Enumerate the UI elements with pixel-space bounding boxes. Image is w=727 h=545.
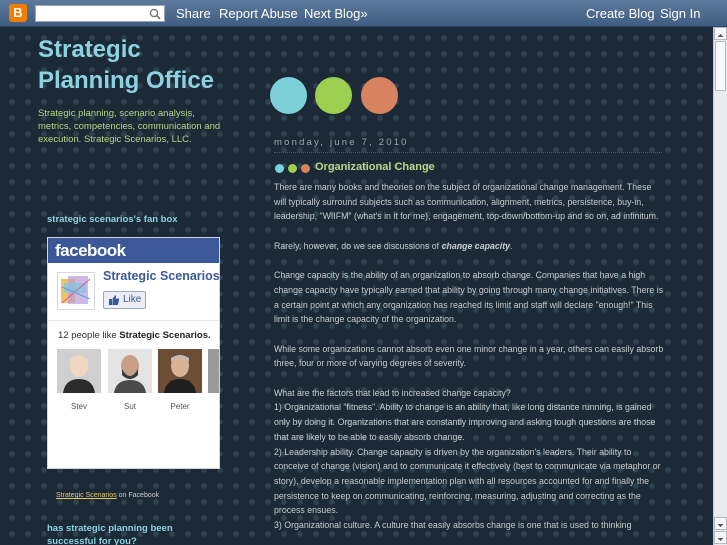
page-avatar[interactable]	[57, 272, 95, 310]
fan-avatar[interactable]	[108, 349, 152, 393]
blogger-navbar: B Share Report Abuse Next Blog» Create B…	[0, 0, 727, 27]
like-button[interactable]: Like	[103, 291, 146, 309]
fanbox-divider	[48, 320, 219, 321]
fan-avatar[interactable]	[158, 349, 202, 393]
fanbox-footer-text: on Facebook	[116, 492, 160, 499]
poll-heading: has strategic planning been successful f…	[47, 523, 173, 545]
paragraph-text: Rarely, however, do we see discussions o…	[274, 240, 442, 251]
person-icon	[164, 355, 196, 393]
scroll-up-button[interactable]	[714, 27, 727, 40]
header-dot-orange	[361, 77, 398, 114]
title-dot-orange	[301, 164, 310, 173]
next-blog-link[interactable]: Next Blog»	[304, 6, 368, 21]
sign-in-link[interactable]: Sign In	[660, 6, 700, 21]
vertical-scrollbar[interactable]	[713, 27, 727, 545]
post-paragraph: Change capacity is the ability of an org…	[274, 270, 664, 325]
person-icon	[114, 355, 146, 393]
fan-name: Sut	[123, 402, 136, 411]
title-dot-cyan	[275, 164, 284, 173]
post-paragraph: While some organizations cannot absorb e…	[274, 343, 664, 369]
report-abuse-link[interactable]: Report Abuse	[219, 6, 298, 21]
person-icon	[63, 355, 95, 393]
fanbox-heading: strategic scenarios's fan box	[47, 214, 178, 225]
title-dot-green	[288, 164, 297, 173]
arrow-down-icon	[717, 538, 724, 541]
fan-count-prefix: 12 people like	[58, 330, 120, 341]
post-title[interactable]: Organizational Change	[315, 161, 435, 173]
post-paragraph: What are the factors that lead to increa…	[274, 387, 511, 398]
fan-item[interactable]: Peter	[158, 349, 202, 411]
blog-title[interactable]: Strategic Planning Office	[38, 34, 238, 96]
search-box[interactable]	[35, 5, 165, 24]
blog-description: Strategic planning, scenario analysis, m…	[38, 108, 221, 146]
fanbox-page-name[interactable]: Strategic Scenarios	[103, 269, 219, 283]
fan-item[interactable]: Stev	[57, 349, 101, 411]
fan-avatar[interactable]	[208, 349, 219, 393]
facebook-fanbox: facebook Strategic Scenarios Like 12 peo…	[47, 237, 220, 469]
post-paragraph: 3) Organizational culture. A culture tha…	[274, 520, 632, 531]
fan-avatar[interactable]	[57, 349, 101, 393]
post-body: There are many books and theories on the…	[274, 180, 666, 533]
scroll-down-button[interactable]	[714, 517, 727, 530]
fan-item[interactable]: Sut	[108, 349, 152, 411]
thumbs-up-icon	[109, 295, 120, 305]
fan-name: Stev	[70, 402, 87, 411]
date-divider	[274, 152, 662, 153]
post-paragraph: Rarely, however, do we see discussions o…	[274, 239, 666, 254]
header-dot-green	[315, 77, 352, 114]
post-paragraph: 1) Organizational "fitness". Ability to …	[274, 402, 656, 442]
arrow-up-icon	[717, 34, 724, 37]
fan-count-page[interactable]: Strategic Scenarios.	[119, 330, 210, 341]
fanbox-footer-link[interactable]: Strategic Scenarios	[56, 492, 117, 499]
fan-item[interactable]	[208, 349, 219, 393]
page-logo-icon	[61, 276, 91, 304]
header-dot-cyan	[270, 77, 307, 114]
fanbox-footer: Strategic Scenarios on Facebook	[56, 492, 159, 499]
blogger-logo-icon[interactable]: B	[9, 4, 27, 22]
paragraph-text: .	[510, 240, 513, 251]
create-blog-link[interactable]: Create Blog	[586, 6, 655, 21]
search-icon[interactable]	[149, 8, 161, 20]
search-input[interactable]	[36, 8, 146, 24]
fan-name: Peter	[170, 402, 190, 411]
post-paragraph: There are many books and theories on the…	[274, 182, 659, 222]
post-paragraph: 2) Leadership ability. Change capacity i…	[274, 446, 661, 516]
scroll-thumb[interactable]	[715, 41, 726, 91]
fan-count: 12 people like Strategic Scenarios.	[58, 330, 219, 341]
like-label: Like	[123, 294, 142, 305]
scroll-down-button-2[interactable]	[714, 531, 727, 544]
emphasis-text: change capacity	[441, 240, 511, 251]
share-link[interactable]: Share	[176, 6, 211, 21]
facebook-brand[interactable]: facebook	[48, 238, 219, 263]
post-date: monday, june 7, 2010	[274, 137, 409, 148]
arrow-down-icon	[717, 524, 724, 527]
